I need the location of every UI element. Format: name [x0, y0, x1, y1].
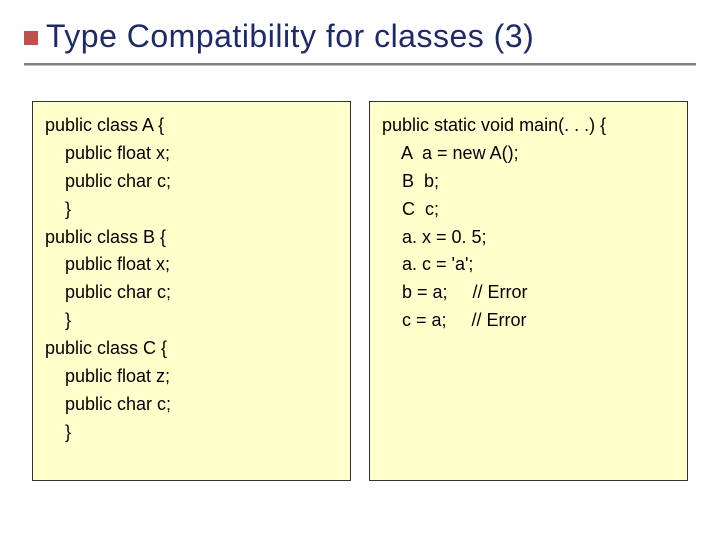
accent-square-icon: [24, 31, 38, 45]
slide: Type Compatibility for classes (3) publi…: [0, 0, 720, 540]
code-box-right: public static void main(. . .) { A a = n…: [369, 101, 688, 481]
title-underline: [24, 63, 696, 65]
code-box-left: public class A { public float x; public …: [32, 101, 351, 481]
title-row: Type Compatibility for classes (3): [24, 18, 696, 55]
slide-title: Type Compatibility for classes (3): [46, 18, 534, 55]
code-columns: public class A { public float x; public …: [24, 101, 696, 481]
